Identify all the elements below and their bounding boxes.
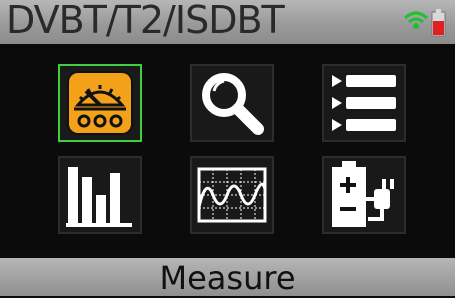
menu-item-bar-graph[interactable] (58, 156, 142, 234)
menu-item-search[interactable] (190, 64, 274, 142)
list-icon (332, 75, 396, 131)
footer-bar: Measure (0, 258, 455, 297)
menu-item-measure[interactable] (58, 64, 142, 142)
menu-item-spectrum[interactable] (190, 156, 274, 234)
device-screen: DVBT/T2/ISDBT Measure (0, 0, 455, 297)
title-bar: DVBT/T2/ISDBT (0, 0, 455, 44)
battery-charging-icon (332, 161, 394, 227)
bar-chart-icon (66, 167, 132, 227)
wifi-signal-icon (403, 11, 429, 29)
meter-icon (67, 71, 133, 135)
status-indicators (403, 9, 446, 37)
selected-item-label: Measure (159, 259, 296, 297)
battery-low-icon (431, 9, 446, 37)
waveform-icon (197, 167, 267, 223)
screen-title: DVBT/T2/ISDBT (6, 0, 285, 42)
menu-item-power[interactable] (322, 156, 406, 234)
magnifier-icon (202, 73, 264, 135)
menu-item-list[interactable] (322, 64, 406, 142)
